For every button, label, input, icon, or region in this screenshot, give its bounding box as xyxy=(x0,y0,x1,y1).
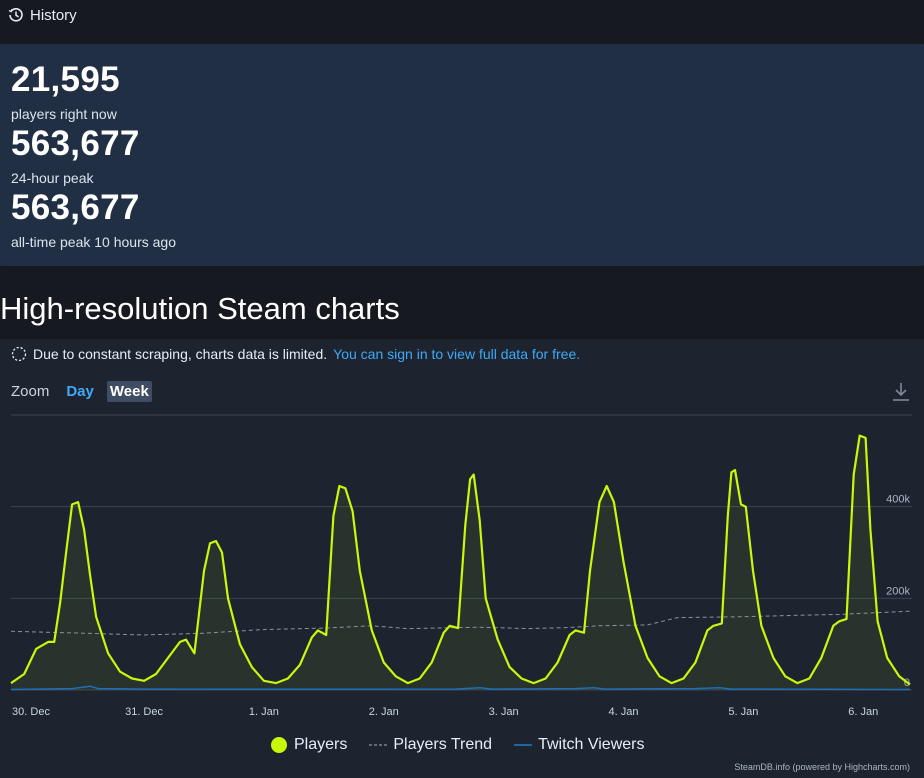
x-tick-label: 3. Jan xyxy=(489,706,519,718)
history-label: History xyxy=(30,6,77,24)
legend-twitch-viewers[interactable]: Twitch Viewers xyxy=(514,736,644,754)
loading-circle-icon xyxy=(11,346,27,362)
y-tick-label: 400k xyxy=(886,494,910,506)
x-tick-label: 30. Dec xyxy=(12,706,50,718)
current-players-value: 21,595 xyxy=(11,60,120,99)
data-limit-notice: Due to constant scraping, charts data is… xyxy=(11,346,580,362)
chart-credit: SteamDB.info (powered by Highcharts.com) xyxy=(734,762,910,772)
24h-peak-label: 24-hour peak xyxy=(11,170,94,186)
legend-trend-label: Players Trend xyxy=(393,736,493,753)
current-players-label: players right now xyxy=(11,106,117,122)
x-tick-label: 6. Jan xyxy=(848,706,878,718)
dashed-line-icon xyxy=(369,744,388,746)
legend-players[interactable]: Players xyxy=(270,736,347,754)
legend-players-label: Players xyxy=(294,736,348,753)
y-tick-label: 200k xyxy=(886,585,910,597)
all-time-peak-value: 563,677 xyxy=(11,188,140,227)
zoom-day-button[interactable]: Day xyxy=(63,381,97,402)
history-link[interactable]: History xyxy=(8,7,77,24)
zoom-week-button[interactable]: Week xyxy=(106,381,152,402)
x-tick-label: 31. Dec xyxy=(125,706,163,718)
zoom-label: Zoom xyxy=(11,383,50,400)
page-title: High-resolution Steam charts xyxy=(0,291,400,326)
solid-line-icon xyxy=(514,744,533,746)
sign-in-link[interactable]: You can sign in to view full data for fr… xyxy=(333,346,580,362)
chart-legend: Players Players Trend Twitch Viewers xyxy=(270,736,644,754)
player-count-chart: 0200k400k 30. Dec31. Dec1. Jan2. Jan3. J… xyxy=(10,414,912,718)
players-marker-icon xyxy=(271,737,287,753)
history-icon xyxy=(8,8,23,22)
players-area xyxy=(11,435,910,690)
player-stats-panel: 21,595 players right now 563,677 24-hour… xyxy=(0,44,924,266)
x-tick-label: 4. Jan xyxy=(609,706,639,718)
notice-text: Due to constant scraping, charts data is… xyxy=(33,346,328,362)
all-time-peak-label: all-time peak 10 hours ago xyxy=(11,234,176,250)
top-bar: History xyxy=(0,0,924,44)
x-tick-label: 2. Jan xyxy=(369,706,399,718)
legend-players-trend[interactable]: Players Trend xyxy=(369,736,492,754)
download-icon[interactable] xyxy=(889,380,913,404)
24h-peak-value: 563,677 xyxy=(11,124,140,163)
x-tick-label: 5. Jan xyxy=(728,706,758,718)
zoom-controls: Zoom Day Week xyxy=(11,381,152,402)
x-tick-label: 1. Jan xyxy=(249,706,279,718)
legend-twitch-label: Twitch Viewers xyxy=(538,736,645,753)
